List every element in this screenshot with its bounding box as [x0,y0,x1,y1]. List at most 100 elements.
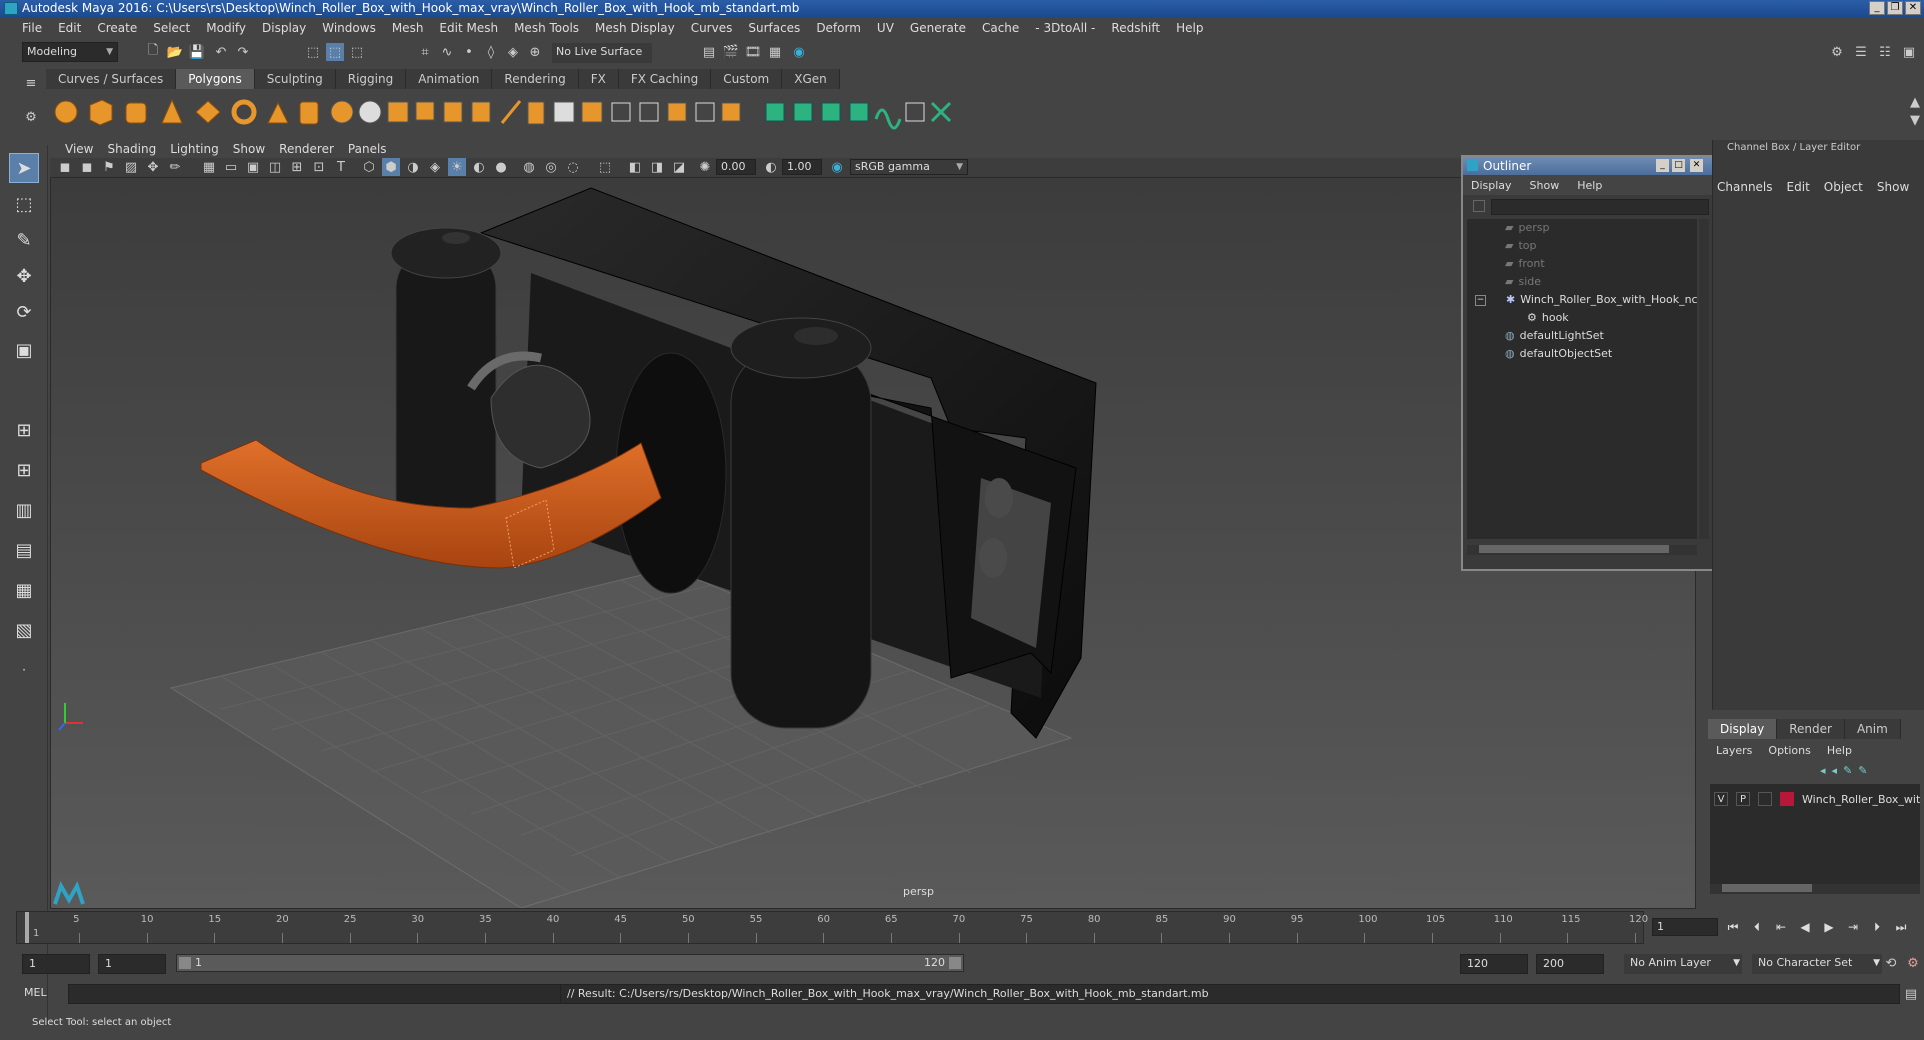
depth-of-field-icon[interactable]: ◌ [564,158,582,176]
menu-redshift[interactable]: Redshift [1103,21,1168,35]
current-frame-field[interactable]: 1 [1652,918,1718,936]
step-forward-key-icon[interactable]: ⇥ [1844,920,1862,934]
attribute-editor-icon[interactable]: ☰ [1852,43,1870,61]
xray-icon[interactable]: ◧ [626,158,644,176]
smooth-shade-icon[interactable]: ⬢ [382,158,400,176]
layer-tab-display[interactable]: Display [1708,719,1778,739]
outliner-menu-show[interactable]: Show [1530,179,1578,192]
camera-select-icon[interactable]: ◼ [56,158,74,176]
smooth-icon[interactable] [415,101,435,121]
menu-modify[interactable]: Modify [198,21,254,35]
save-scene-icon[interactable]: 💾 [188,43,206,61]
menu-generate[interactable]: Generate [902,21,974,35]
single-perspective-icon[interactable]: ⊞ [9,415,39,445]
layer-row[interactable]: V P Winch_Roller_Box_wit [1714,790,1920,808]
safe-action-icon[interactable]: ⊡ [310,158,328,176]
poly-torus-icon[interactable] [231,99,257,125]
hypershade-icon[interactable]: ◉ [790,43,808,61]
menu-file[interactable]: File [14,21,50,35]
redo-icon[interactable]: ↷ [234,43,252,61]
go-to-start-icon[interactable]: ⏮ [1724,920,1742,935]
animation-preferences-icon[interactable]: ⚙ [1904,954,1922,972]
poly-plane-icon[interactable] [195,100,221,124]
range-slider[interactable]: 1 120 [176,954,964,972]
lasso-tool-icon[interactable]: ⬚ [9,189,39,219]
safe-title-icon[interactable]: T [332,158,350,176]
shelf-scroll-down-icon[interactable]: ▼ [1906,111,1924,129]
isolate-select-icon[interactable]: ⬚ [596,158,614,176]
panel-menu-panels[interactable]: Panels [341,142,394,156]
outliner-titlebar[interactable]: Outliner _ □ ✕ [1463,157,1713,175]
more-layouts-icon[interactable]: · [9,655,39,685]
outliner-item-front[interactable]: ▰ front [1505,255,1545,273]
poly-cone-icon[interactable] [161,98,183,124]
use-all-lights-icon[interactable]: ☀ [448,158,466,176]
shelf-tab-fx-caching[interactable]: FX Caching [618,69,712,89]
cb-menu-show[interactable]: Show [1877,180,1923,194]
scene-start-field[interactable]: 1 [22,954,90,974]
layer-menu-options[interactable]: Options [1768,744,1826,757]
step-forward-icon[interactable]: ⏵ [1868,920,1886,935]
wireframe-on-shaded-icon[interactable]: ◑ [404,158,422,176]
bevel-icon[interactable] [553,101,575,123]
grease-pencil-icon[interactable]: ✏ [166,158,184,176]
select-component-icon[interactable]: ⬚ [348,43,366,61]
outliner-minimize-button[interactable]: _ [1656,159,1669,172]
mode-dropdown[interactable]: Modeling ▼ [22,42,118,62]
snap-grid-icon[interactable]: ⌗ [416,43,434,61]
field-chart-icon[interactable]: ⊞ [288,158,306,176]
shelf-tab-sculpting[interactable]: Sculpting [254,69,336,89]
outliner-maximize-button[interactable]: □ [1672,159,1685,172]
move-tool-icon[interactable]: ✥ [9,261,39,291]
outliner-filter-icon[interactable] [1473,200,1485,212]
uv-automatic-icon[interactable] [667,102,687,122]
shelf-options-icon[interactable]: ⚙ [22,108,40,126]
outliner-close-button[interactable]: ✕ [1690,159,1703,172]
multi-cut-icon[interactable] [500,100,522,124]
move-layer-down-icon[interactable]: ◂ [1832,764,1838,777]
textured-icon[interactable]: ◈ [426,158,444,176]
playback-end-field[interactable]: 120 [1460,954,1528,974]
channel-box-toggle-icon[interactable]: ▣ [1900,43,1918,61]
color-space-dropdown[interactable]: sRGB gamma ▼ [850,159,968,175]
shelf-tab-xgen[interactable]: XGen [782,69,840,89]
render-view-icon[interactable]: ▦ [766,43,784,61]
cb-menu-object[interactable]: Object [1824,180,1877,194]
playback-start-field[interactable]: 1 [98,954,166,974]
menu-windows[interactable]: Windows [314,21,384,35]
xray-joints-icon[interactable]: ◨ [648,158,666,176]
time-slider[interactable]: 1 5 10 15 20 25 30 35 40 45 50 55 60 65 70 75 80 85 90 95 1… [16,911,1648,944]
panel-menu-view[interactable]: View [58,142,100,156]
antialiasing-icon[interactable]: ◎ [542,158,560,176]
outliner-item-hook[interactable]: ⚙ hook [1527,309,1569,327]
extract-icon[interactable] [387,101,409,123]
xray-components-icon[interactable]: ◪ [670,158,688,176]
gamma-field[interactable]: 1.00 [782,159,822,175]
layer-menu-layers[interactable]: Layers [1716,744,1768,757]
shelf-tab-polygons[interactable]: Polygons [176,69,255,89]
layer-color-swatch[interactable] [1780,792,1794,806]
persp-outliner-icon[interactable]: ▥ [9,495,39,525]
shelf-tab-fx[interactable]: FX [578,69,619,89]
layer-type-toggle[interactable] [1758,792,1772,806]
collapse-icon[interactable]: − [1475,294,1486,306]
outliner-menu-display[interactable]: Display [1471,179,1530,192]
shelf-menu-icon[interactable]: ≡ [22,74,40,92]
close-button[interactable]: ✕ [1905,1,1921,15]
layer-tab-anim[interactable]: Anim [1844,719,1901,739]
separate-icon[interactable] [358,100,382,124]
outliner-item-side[interactable]: ▰ side [1505,273,1541,291]
screen-space-ao-icon[interactable]: ● [492,158,510,176]
two-d-pan-icon[interactable]: ✥ [144,158,162,176]
go-to-end-icon[interactable]: ⏭ [1892,920,1910,935]
shelf-tab-rigging[interactable]: Rigging [335,69,407,89]
scene-end-field[interactable]: 200 [1536,954,1604,974]
paint-select-icon[interactable]: ✎ [9,225,39,255]
select-tool-icon[interactable]: ➤ [9,153,39,183]
play-forwards-icon[interactable]: ▶ [1820,920,1838,934]
outliner-item-top[interactable]: ▰ top [1505,237,1537,255]
live-surface-field[interactable]: No Live Surface [552,43,652,63]
grid-toggle-icon[interactable]: ▦ [200,158,218,176]
bridge-icon[interactable] [471,101,491,123]
gamma-icon[interactable]: ◐ [762,158,780,176]
